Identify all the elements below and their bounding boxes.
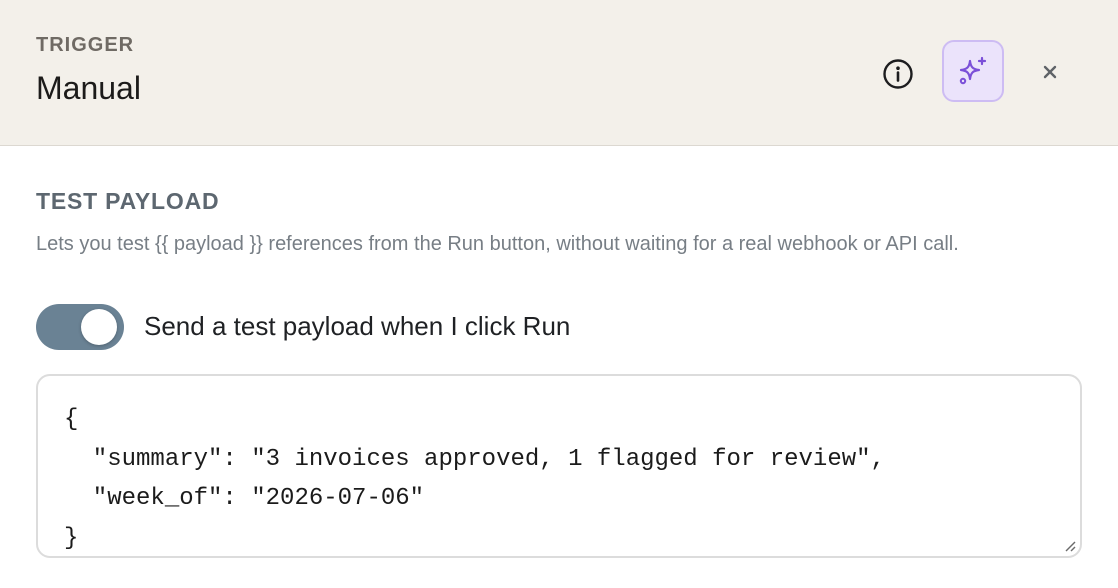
toggle-label: Send a test payload when I click Run xyxy=(144,311,571,341)
payload-code[interactable]: { "summary": "3 invoices approved, 1 fla… xyxy=(64,400,885,558)
close-icon xyxy=(1043,65,1057,79)
sparkle-icon xyxy=(959,56,987,85)
panel-header: TRIGGER Manual xyxy=(0,0,1118,146)
payload-editor[interactable]: { "summary": "3 invoices approved, 1 fla… xyxy=(36,374,1082,558)
info-circle-icon xyxy=(883,59,913,89)
info-button[interactable] xyxy=(880,56,916,92)
toggle-knob xyxy=(81,309,117,345)
section-title: TEST PAYLOAD xyxy=(36,188,220,214)
trigger-title: Manual xyxy=(36,70,141,106)
section-description: Lets you test {{ payload }} references f… xyxy=(36,233,959,255)
close-button[interactable] xyxy=(1034,56,1066,88)
ai-assist-button[interactable] xyxy=(942,40,1004,102)
test-payload-toggle[interactable] xyxy=(36,304,124,350)
trigger-eyebrow: TRIGGER xyxy=(36,34,135,56)
resize-handle-icon[interactable] xyxy=(1062,538,1076,552)
